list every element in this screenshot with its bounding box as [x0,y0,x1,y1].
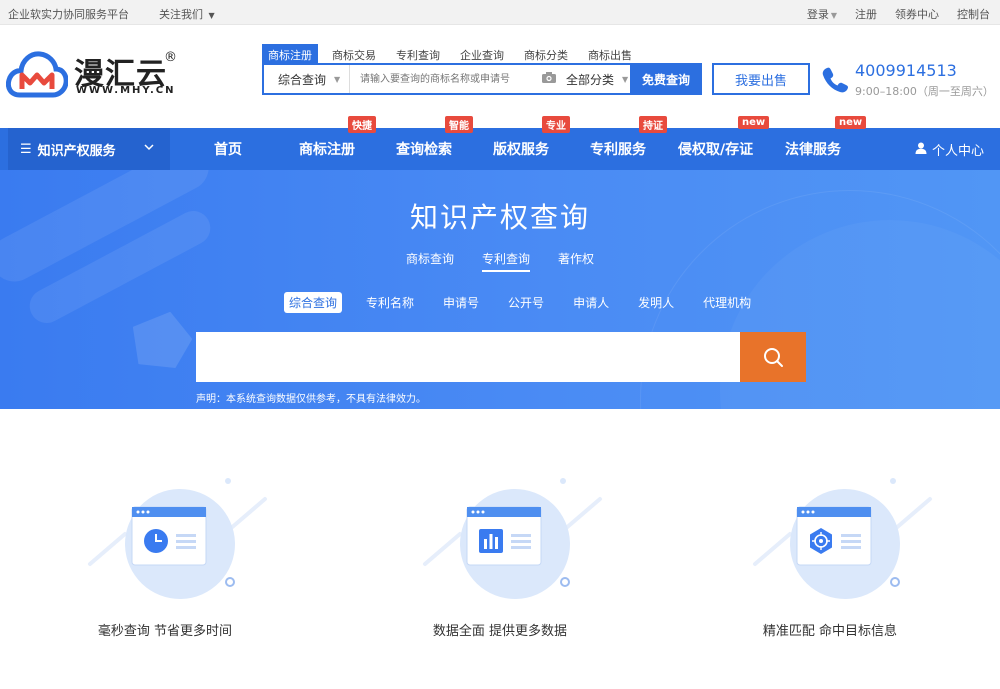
platform-slogan: 企业软实力协同服务平台 [8,8,129,21]
feature-card: 数据全面 提供更多数据 [335,409,665,689]
chevron-down-icon [144,141,154,154]
menu-icon: ☰ [20,141,32,157]
caret-down-icon: ▼ [830,11,837,20]
tab-copyright[interactable]: 著作权 [558,250,594,272]
nav-item-trademark-register[interactable]: 快捷 商标注册 [299,116,376,170]
subtab-applicant[interactable]: 申请人 [568,292,614,313]
nav-badge: 快捷 [348,116,376,133]
query-type-select[interactable]: 综合查询 ▼ [264,65,350,93]
hero-title: 知识产权查询 [409,201,590,234]
caret-down-icon: ▼ [622,74,629,84]
tab-trademark-query[interactable]: 商标查询 [406,250,454,272]
subtab-general[interactable]: 综合查询 [284,292,343,313]
category-value: 全部分类 [566,72,615,87]
camera-icon[interactable] [538,71,560,88]
nav-item-search[interactable]: 智能 查询检索 [396,116,473,170]
top-utility-bar: 企业软实力协同服务平台 关注我们 ▼ 登录 ▼ 注册 领券中心 控制台 [0,0,1000,25]
search-icon [764,348,783,367]
nav-item-label: 法律服务 [785,142,841,158]
clock-icon [88,478,267,599]
nav-badge: new [835,116,867,129]
nav-item-evidence[interactable]: new 侵权取/存证 [678,116,770,170]
header-search-input[interactable] [350,65,538,93]
coupon-center-link[interactable]: 领券中心 [895,6,939,22]
subtab-inventor[interactable]: 发明人 [633,292,679,313]
nav-item-label: 首页 [214,142,242,158]
feature-section: 毫秒查询 节省更多时间 数据全面 提供更多数据 精准匹配 命中目标信息 [0,409,1000,689]
feature-caption: 精准匹配 命中目标信息 [762,624,898,639]
nav-item-label: 商标注册 [299,142,355,158]
subtab-agency[interactable]: 代理机构 [698,292,756,313]
bar-chart-icon [423,478,602,599]
service-hours: 9:00–18:00（周一至周六） [855,85,994,98]
user-icon [915,142,927,157]
login-menu[interactable]: 登录 ▼ [807,6,837,22]
category-menu-label: 知识产权服务 [37,143,116,159]
cloud-logo-icon [6,51,68,98]
nav-badge: new [738,116,770,129]
personal-center-label: 个人中心 [931,143,984,159]
hero-banner: 知识产权查询 商标查询 专利查询 著作权 综合查询 专利名称 申请号 公开号 申… [0,170,1000,409]
registered-mark: ® [164,50,177,65]
hero-search-input[interactable] [196,332,740,382]
hero-search-box [196,332,806,382]
sell-button[interactable]: 我要出售 [712,63,810,95]
subtab-patent-name[interactable]: 专利名称 [361,292,419,313]
nav-badge: 持证 [639,116,667,133]
subtab-publication-number[interactable]: 公开号 [503,292,549,313]
phone-number: 4009914513 [855,61,957,80]
nav-item-label: 专利服务 [590,142,646,158]
feature-caption: 毫秒查询 节省更多时间 [97,624,233,639]
category-menu[interactable]: ☰ 知识产权服务 [8,128,170,170]
query-type-value: 综合查询 [278,72,327,87]
caret-down-icon: ▼ [208,11,215,20]
nav-item-label: 侵权取/存证 [678,142,754,158]
login-label: 登录 [806,8,829,21]
main-nav: ☰ 知识产权服务 首页 快捷 商标注册 智能 查询检索 专业 版权服务 持证 专… [0,116,1000,170]
caret-down-icon: ▼ [334,74,341,84]
disclaimer-text: 声明：本系统查询数据仅供参考，不具有法律效力。 [196,394,426,405]
feature-card: 毫秒查询 节省更多时间 [0,409,330,689]
site-logo[interactable]: 漫汇云 ® WWW.MHY.CN [6,47,177,105]
target-icon [753,478,932,599]
decorative-polygon [122,302,199,379]
feature-caption: 数据全面 提供更多数据 [432,624,568,639]
nav-item-label: 查询检索 [396,142,452,158]
nav-item-label: 版权服务 [493,142,549,158]
hero-query-tabs: 商标查询 专利查询 著作权 [0,250,1000,272]
nav-badge: 智能 [445,116,473,133]
category-select[interactable]: 全部分类 ▼ [560,65,630,93]
nav-item-patent[interactable]: 持证 专利服务 [590,116,667,170]
brand-domain: WWW.MHY.CN [76,85,176,96]
free-search-button[interactable]: 免费查询 [630,63,702,95]
phone-icon [822,67,848,93]
hero-search-button[interactable] [740,332,806,382]
hero-subtabs: 综合查询 专利名称 申请号 公开号 申请人 发明人 代理机构 [284,292,775,313]
follow-us-menu[interactable]: 关注我们 ▼ [159,6,215,22]
site-header: 漫汇云 ® WWW.MHY.CN 商标注册 商标交易 专利查询 企业查询 商标分… [0,25,1000,128]
subtab-application-number[interactable]: 申请号 [438,292,484,313]
console-link[interactable]: 控制台 [957,6,990,22]
nav-item-copyright[interactable]: 专业 版权服务 [493,116,570,170]
nav-item-home[interactable]: 首页 [214,128,242,170]
header-search-box: 综合查询 ▼ 全部分类 ▼ 免费查询 [262,63,702,95]
feature-card: 精准匹配 命中目标信息 [665,409,995,689]
tab-patent-query[interactable]: 专利查询 [481,250,530,272]
follow-us-label: 关注我们 [159,8,203,21]
register-link[interactable]: 注册 [855,6,877,22]
nav-item-legal[interactable]: new 法律服务 [785,116,867,170]
personal-center-link[interactable]: 个人中心 [915,128,984,170]
nav-badge: 专业 [542,116,570,133]
